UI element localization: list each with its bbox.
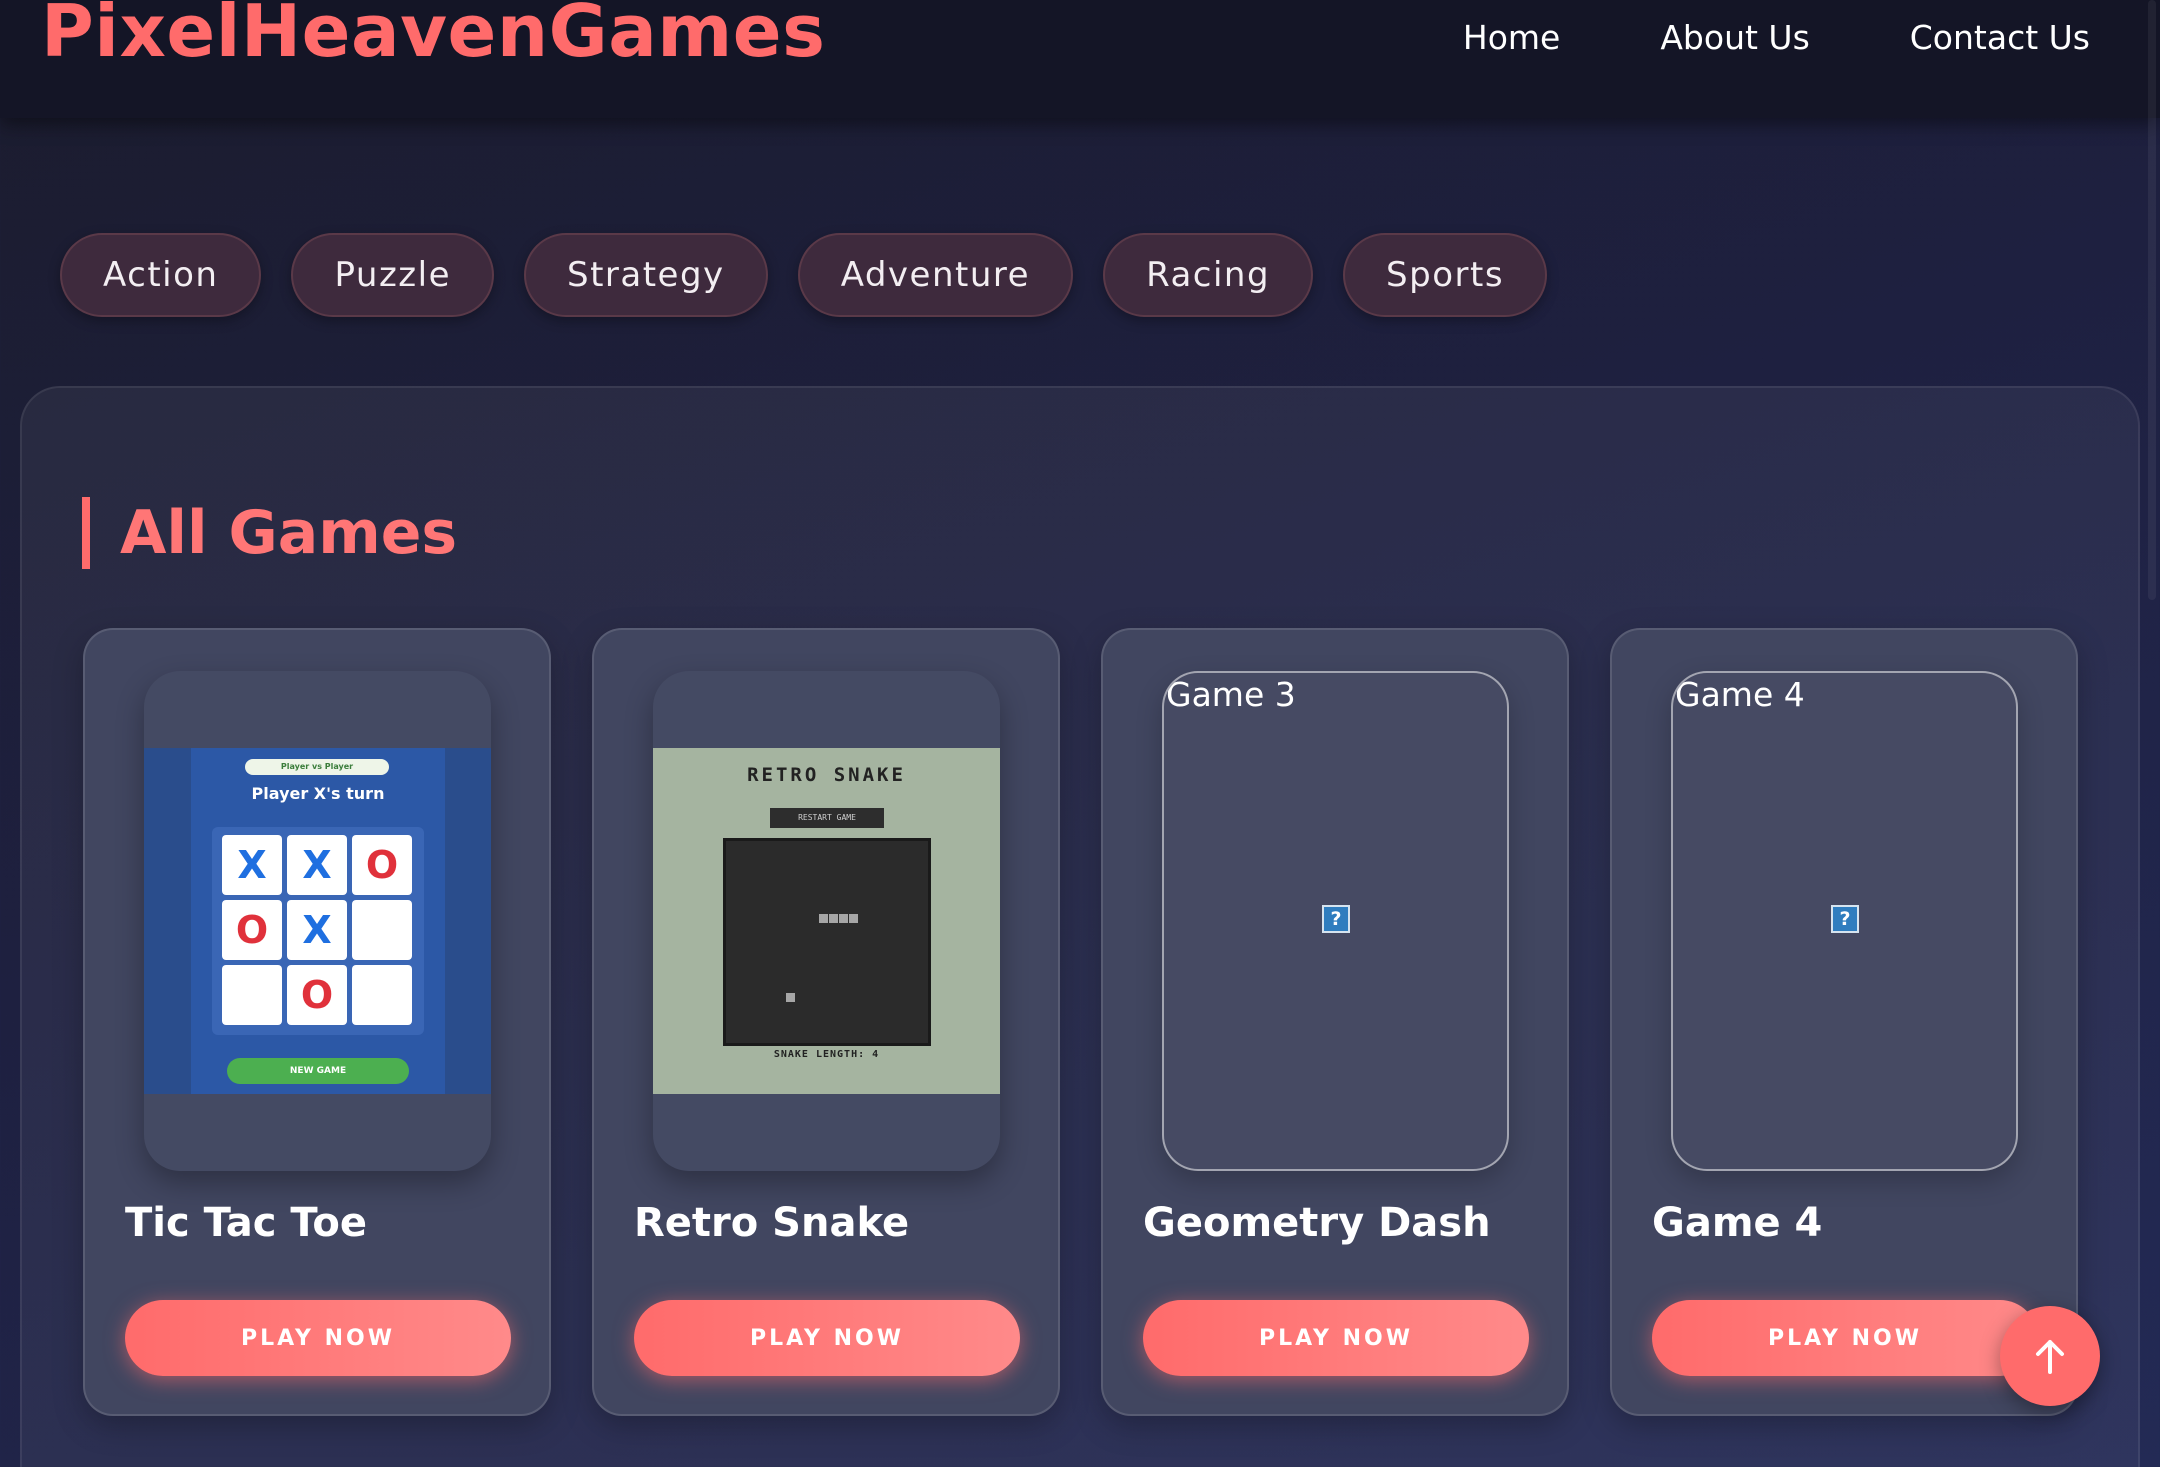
board-cell: X <box>287 835 347 895</box>
game-card-retro-snake: RETRO SNAKE RESTART GAME SNAKE LENGTH: 4… <box>592 628 1060 1416</box>
game-thumbnail[interactable]: Game 3 ? <box>1162 671 1509 1171</box>
snake-segment <box>829 914 838 923</box>
board-cell <box>352 965 412 1025</box>
arrow-up-icon <box>2036 1340 2064 1374</box>
board-cell: X <box>222 835 282 895</box>
game-title: Game 4 <box>1652 1200 1823 1246</box>
scroll-to-top-button[interactable] <box>2000 1306 2100 1406</box>
category-sports-button[interactable]: Sports <box>1343 233 1548 317</box>
nav-about-link[interactable]: About Us <box>1660 14 1809 62</box>
board-cell <box>352 900 412 960</box>
tic-tac-toe-screenshot: Player vs Player Player X's turn X X O O… <box>144 748 491 1094</box>
snake-food <box>786 993 795 1002</box>
game-mode-select: Player vs Player <box>245 759 389 775</box>
category-action-button[interactable]: Action <box>60 233 262 317</box>
category-filters: Action Puzzle Strategy Adventure Racing … <box>60 233 1548 317</box>
category-puzzle-button[interactable]: Puzzle <box>291 233 494 317</box>
game-title: Tic Tac Toe <box>125 1200 367 1246</box>
game-thumbnail[interactable]: Game 4 ? <box>1671 671 2018 1171</box>
game-card-game-4: Game 4 ? Game 4 PLAY NOW <box>1610 628 2078 1416</box>
thumbnail-alt-text: Game 3 <box>1166 675 1296 714</box>
game-thumbnail[interactable]: Player vs Player Player X's turn X X O O… <box>144 671 491 1171</box>
snake-segment <box>839 914 848 923</box>
site-header: PixelHeavenGames Home About Us Contact U… <box>0 0 2160 118</box>
category-strategy-button[interactable]: Strategy <box>524 233 768 317</box>
section-title: All Games <box>82 497 457 569</box>
category-racing-button[interactable]: Racing <box>1103 233 1314 317</box>
play-now-button[interactable]: PLAY NOW <box>1143 1300 1529 1376</box>
board-cell: O <box>222 900 282 960</box>
board-cell: X <box>287 900 347 960</box>
tic-tac-toe-app: Player vs Player Player X's turn X X O O… <box>191 748 445 1094</box>
board-cell <box>222 965 282 1025</box>
broken-image-icon: ? <box>1831 905 1859 933</box>
snake-length-label: SNAKE LENGTH: 4 <box>773 1049 880 1060</box>
play-now-button[interactable]: PLAY NOW <box>125 1300 511 1376</box>
restart-game-button: RESTART GAME <box>770 808 884 828</box>
game-card-geometry-dash: Game 3 ? Geometry Dash PLAY NOW <box>1101 628 1569 1416</box>
play-now-button[interactable]: PLAY NOW <box>634 1300 1020 1376</box>
board-cell: O <box>352 835 412 895</box>
snake-segment <box>819 914 828 923</box>
game-thumbnail[interactable]: RETRO SNAKE RESTART GAME SNAKE LENGTH: 4 <box>653 671 1000 1171</box>
page-scrollbar[interactable] <box>2148 0 2156 600</box>
nav-home-link[interactable]: Home <box>1463 14 1560 62</box>
snake-segment <box>849 914 858 923</box>
site-logo[interactable]: PixelHeavenGames <box>41 0 826 71</box>
broken-image-icon: ? <box>1322 905 1350 933</box>
game-title: Geometry Dash <box>1143 1200 1491 1246</box>
tic-tac-toe-board: X X O O X O <box>212 827 424 1035</box>
turn-indicator: Player X's turn <box>251 784 385 803</box>
board-cell: O <box>287 965 347 1025</box>
new-game-button: NEW GAME <box>227 1058 409 1084</box>
nav-contact-link[interactable]: Contact Us <box>1910 14 2090 62</box>
game-card-tic-tac-toe: Player vs Player Player X's turn X X O O… <box>83 628 551 1416</box>
snake-board <box>723 838 931 1046</box>
snake-game-title: RETRO SNAKE <box>747 764 906 786</box>
thumbnail-alt-text: Game 4 <box>1675 675 1805 714</box>
game-title: Retro Snake <box>634 1200 910 1246</box>
retro-snake-screenshot: RETRO SNAKE RESTART GAME SNAKE LENGTH: 4 <box>653 748 1000 1094</box>
main-nav: Home About Us Contact Us <box>1463 14 2090 62</box>
category-adventure-button[interactable]: Adventure <box>797 233 1074 317</box>
play-now-button[interactable]: PLAY NOW <box>1652 1300 2038 1376</box>
